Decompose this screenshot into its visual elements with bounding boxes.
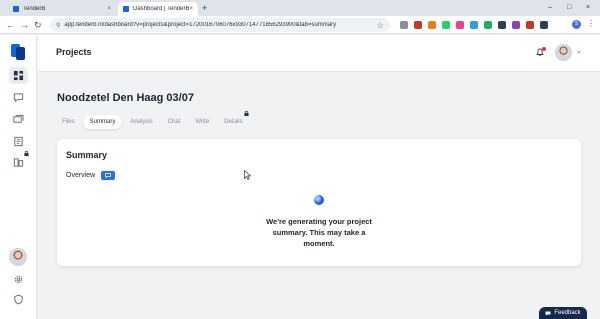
mouse-cursor-icon bbox=[244, 170, 251, 180]
tab-write[interactable]: Write bbox=[188, 115, 216, 129]
close-tab-icon[interactable]: × bbox=[107, 6, 111, 12]
address-bar[interactable]: ⚲ app.tenderb.nl/dashboard?v=projects&pr… bbox=[50, 18, 390, 32]
close-tab-icon[interactable]: × bbox=[189, 6, 193, 12]
maximize-button[interactable]: □ bbox=[567, 2, 571, 14]
browser-extension-icon[interactable] bbox=[498, 21, 506, 29]
sidebar-item-dashboard[interactable] bbox=[9, 67, 28, 84]
shield-icon bbox=[14, 294, 23, 305]
sidebar-item-chat[interactable] bbox=[9, 89, 28, 106]
tenderb-logo[interactable] bbox=[11, 44, 25, 60]
lock-icon bbox=[244, 111, 249, 116]
browser-extension-icon[interactable] bbox=[400, 21, 408, 29]
document-icon bbox=[14, 136, 23, 147]
bookmark-star-icon[interactable]: ☆ bbox=[377, 21, 384, 30]
browser-extension-icon[interactable] bbox=[456, 21, 464, 29]
sidebar-item-library[interactable] bbox=[9, 154, 28, 171]
summary-card: Summary Overview We're generating your p… bbox=[57, 139, 581, 266]
browser-tab-dashboard[interactable]: Dashboard | TenderB × bbox=[118, 2, 198, 16]
sidebar-item-projects[interactable] bbox=[9, 111, 28, 128]
browser-extension-icon[interactable] bbox=[442, 21, 450, 29]
summary-title: Summary bbox=[66, 150, 108, 160]
notification-badge bbox=[542, 47, 546, 51]
tab-files[interactable]: Files bbox=[55, 115, 82, 129]
header-user-avatar[interactable] bbox=[555, 44, 572, 61]
sidebar-item-settings[interactable] bbox=[9, 271, 28, 288]
browser-extension-icon[interactable] bbox=[526, 21, 534, 29]
chevron-down-icon[interactable]: ⌄ bbox=[576, 47, 582, 55]
chat-icon bbox=[13, 93, 24, 103]
tab-details[interactable]: Details bbox=[217, 115, 249, 129]
browser-tab-title: Dashboard | TenderB bbox=[133, 6, 190, 12]
page-title: Projects bbox=[56, 47, 92, 57]
browser-toolbar: ← → ↻ ⚲ app.tenderb.nl/dashboard?v=proje… bbox=[0, 16, 600, 34]
dashboard-icon bbox=[13, 70, 24, 81]
browser-tab-title: TenderB bbox=[23, 6, 46, 12]
site-info-icon[interactable]: ⚲ bbox=[56, 22, 60, 29]
close-window-button[interactable]: × bbox=[586, 2, 590, 14]
user-avatar[interactable] bbox=[9, 248, 27, 266]
browser-extension-icon[interactable] bbox=[470, 21, 478, 29]
browser-extension-icon[interactable] bbox=[512, 21, 520, 29]
browser-extension-icon[interactable] bbox=[414, 21, 422, 29]
tenderb-favicon bbox=[13, 6, 19, 12]
sidebar-item-security[interactable] bbox=[9, 291, 28, 308]
browser-tab-strip: TenderB × Dashboard | TenderB × + – □ × bbox=[0, 0, 600, 16]
tab-analysis[interactable]: Analysis bbox=[123, 115, 159, 129]
folders-icon bbox=[13, 114, 24, 123]
browser-tab-tenderb[interactable]: TenderB × bbox=[8, 2, 116, 16]
project-title: Noodzetel Den Haag 03/07 bbox=[57, 92, 194, 104]
gear-icon bbox=[14, 275, 23, 284]
chat-icon bbox=[545, 311, 551, 315]
tab-summary[interactable]: Summary bbox=[82, 114, 123, 129]
generating-message: We're generating your project summary. T… bbox=[266, 217, 372, 248]
overview-chat-button[interactable] bbox=[101, 171, 115, 180]
forward-button[interactable]: → bbox=[20, 18, 29, 32]
new-tab-button[interactable]: + bbox=[202, 2, 207, 14]
library-icon bbox=[13, 158, 24, 167]
tab-chat[interactable]: Chat bbox=[161, 115, 188, 129]
feedback-label: Feedback bbox=[554, 310, 581, 316]
loading-spinner-icon bbox=[314, 195, 324, 205]
tenderb-favicon bbox=[123, 6, 129, 12]
browser-extension-icon[interactable] bbox=[540, 21, 548, 29]
sidebar-item-documents[interactable] bbox=[9, 133, 28, 150]
reload-button[interactable]: ↻ bbox=[34, 18, 42, 32]
browser-profile-avatar[interactable]: S bbox=[572, 20, 581, 29]
feedback-button[interactable]: Feedback bbox=[539, 307, 587, 319]
browser-extension-icon[interactable] bbox=[484, 21, 492, 29]
project-tabs: Files Summary Analysis Chat Write Detail… bbox=[55, 114, 251, 129]
chat-icon bbox=[105, 173, 111, 178]
browser-extension-icon[interactable] bbox=[428, 21, 436, 29]
minimize-button[interactable]: – bbox=[548, 2, 552, 14]
browser-menu-icon[interactable]: ⋮ bbox=[587, 19, 595, 28]
back-button[interactable]: ← bbox=[6, 18, 15, 32]
address-url[interactable]: app.tenderb.nl/dashboard?v=projects&proj… bbox=[64, 22, 376, 28]
app-sidebar bbox=[0, 35, 37, 319]
app-header: Projects ⌄ bbox=[38, 35, 600, 72]
overview-label: Overview bbox=[66, 172, 96, 179]
